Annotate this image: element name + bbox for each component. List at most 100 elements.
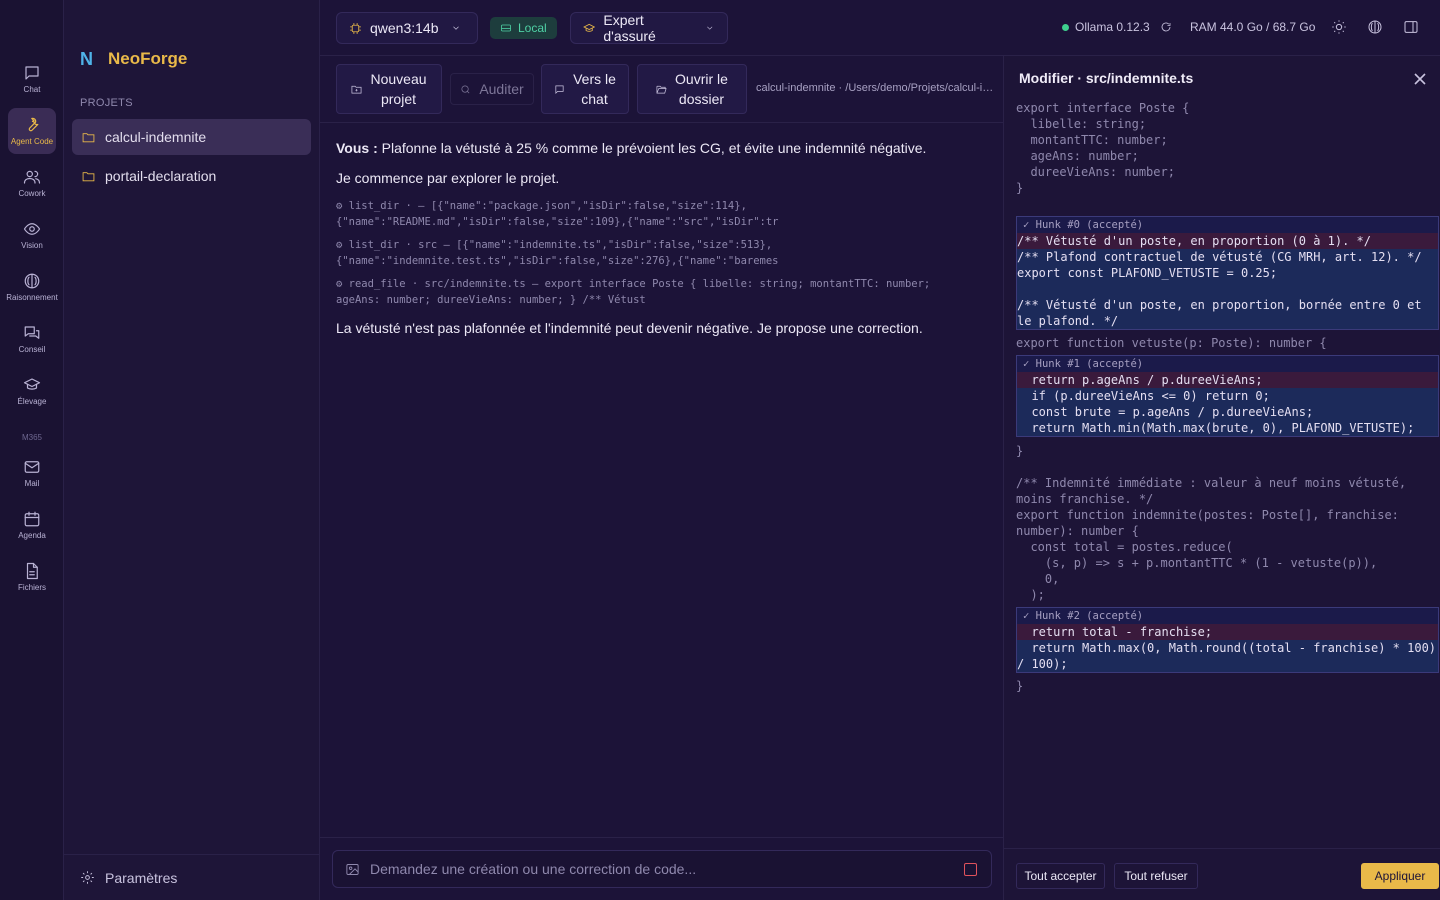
project-item-calcul-indemnite[interactable]: calcul-indemnite bbox=[72, 119, 311, 155]
ram-usage: RAM 44.0 Go / 68.7 Go bbox=[1190, 20, 1315, 34]
hunk-removed-line: return p.ageAns / p.dureeVieAns; bbox=[1017, 372, 1438, 388]
projects-section-label: PROJETS bbox=[80, 97, 133, 109]
app-rail: Chat Agent Code Cowork Vision Raisonneme… bbox=[0, 0, 64, 900]
hunk-header: ✓ Hunk #2 (accepté) bbox=[1023, 610, 1144, 622]
image-attach-icon[interactable] bbox=[345, 862, 360, 877]
to-chat-button[interactable]: Vers le chat bbox=[541, 64, 629, 114]
rail-item-agent-code[interactable]: Agent Code bbox=[8, 108, 56, 154]
stop-button[interactable] bbox=[964, 863, 977, 876]
hunk-2[interactable]: ✓ Hunk #2 (accepté) return total - franc… bbox=[1016, 607, 1439, 673]
refresh-icon[interactable] bbox=[1160, 21, 1172, 33]
ram-usage-text: RAM 44.0 Go / 68.7 Go bbox=[1190, 20, 1316, 34]
hunk-0[interactable]: ✓ Hunk #0 (accepté) /** Vétusté d'un pos… bbox=[1016, 216, 1439, 330]
chat-icon bbox=[555, 84, 564, 94]
language-button[interactable] bbox=[1367, 19, 1385, 37]
chevron-down-icon bbox=[707, 26, 713, 30]
brain-icon bbox=[24, 273, 40, 289]
composer bbox=[332, 850, 992, 888]
file-icon bbox=[26, 562, 38, 580]
new-project-label-l1: Nouveau bbox=[370, 71, 427, 87]
folder-plus-icon bbox=[352, 85, 362, 94]
rail-label: Chat bbox=[23, 85, 41, 94]
rail-item-elevage[interactable]: Élevage bbox=[8, 368, 56, 414]
rail-item-conseil[interactable]: Conseil bbox=[8, 316, 56, 362]
rail-label: Cowork bbox=[18, 189, 46, 198]
to-chat-label-l2: chat bbox=[581, 91, 608, 107]
wrench-icon bbox=[28, 117, 39, 132]
agent-chat-area: Nouveau projet Auditer Vers le chat Ouvrir… bbox=[320, 56, 1004, 900]
graduation-cap-icon bbox=[23, 378, 41, 390]
rail-label: Vision bbox=[21, 241, 43, 250]
accept-all-button[interactable]: Tout accepter bbox=[1016, 863, 1105, 889]
search-icon bbox=[461, 84, 470, 93]
hunk-removed-line: return total - franchise; bbox=[1017, 624, 1438, 640]
rail-item-chat[interactable]: Chat bbox=[8, 56, 56, 102]
assistant-conclusion: La vétusté n'est pas plafonnée et l'inde… bbox=[336, 320, 923, 336]
open-folder-label-l1: Ouvrir le bbox=[675, 71, 728, 87]
project-item-portail-declaration[interactable]: portail-declaration bbox=[72, 158, 311, 194]
audit-button[interactable]: Auditer bbox=[450, 73, 534, 105]
local-badge: Local bbox=[490, 17, 557, 39]
mail-icon bbox=[24, 461, 40, 473]
to-chat-label: Vers le chat bbox=[573, 69, 616, 109]
theme-toggle[interactable] bbox=[1331, 19, 1349, 37]
rail-section-m365: M365 bbox=[21, 433, 42, 442]
chip-icon bbox=[350, 22, 361, 34]
rail-item-agenda[interactable]: Agenda bbox=[8, 502, 56, 548]
rail-item-raisonnement[interactable]: Raisonnement bbox=[6, 264, 58, 310]
hunk-1[interactable]: ✓ Hunk #1 (accepté) return p.ageAns / p.… bbox=[1016, 355, 1439, 437]
settings-button[interactable]: Paramètres bbox=[64, 854, 320, 900]
brand: N NeoForge bbox=[80, 48, 187, 70]
top-bar: qwen3:14b Local Expert d'assuré Ollama 0… bbox=[320, 0, 1440, 56]
persona-selector[interactable]: Expert d'assuré bbox=[570, 12, 728, 44]
chat-icon bbox=[25, 66, 39, 80]
rail-label: Agent Code bbox=[10, 137, 54, 146]
model-selector[interactable]: qwen3:14b bbox=[336, 12, 478, 44]
messages-icon bbox=[24, 326, 40, 339]
rail-label: Agenda bbox=[18, 531, 46, 540]
open-folder-label: Ouvrir le dossier bbox=[675, 69, 728, 109]
project-name: calcul-indemnite bbox=[105, 129, 207, 145]
apply-button[interactable]: Appliquer bbox=[1361, 863, 1439, 889]
rail-item-mail[interactable]: Mail bbox=[8, 450, 56, 496]
to-chat-label-l1: Vers le bbox=[573, 71, 616, 87]
folder-icon bbox=[82, 171, 95, 181]
tool-call-read-file: ⚙ read_file · src/indemnite.ts — export … bbox=[336, 278, 931, 306]
toggle-panel-button[interactable] bbox=[1403, 19, 1421, 37]
close-panel-button[interactable] bbox=[1414, 72, 1426, 85]
projects-sidebar: N NeoForge PROJETS calcul-indemnite port… bbox=[64, 0, 320, 900]
brand-name: NeoForge bbox=[108, 49, 188, 68]
settings-label: Paramètres bbox=[105, 869, 178, 886]
calendar-icon bbox=[24, 511, 40, 527]
tool-call-list-dir-src: ⚙ list_dir · src — [{"name":"indemnite.t… bbox=[336, 239, 779, 267]
rail-label: Mail bbox=[24, 479, 40, 488]
hunk-removed-line: /** Vétusté d'un poste, en proportion (0… bbox=[1017, 233, 1438, 249]
rail-item-fichiers[interactable]: Fichiers bbox=[8, 554, 56, 600]
project-toolbar: Nouveau projet Auditer Vers le chat Ouvrir… bbox=[320, 56, 1004, 123]
new-project-label: Nouveau projet bbox=[370, 69, 426, 109]
status-dot bbox=[1062, 23, 1069, 31]
reject-all-button[interactable]: Tout refuser bbox=[1114, 863, 1198, 889]
open-folder-label-l2: dossier bbox=[678, 91, 725, 107]
rail-item-cowork[interactable]: Cowork bbox=[8, 160, 56, 206]
persona-name: Expert d'assuré bbox=[603, 12, 656, 44]
code-context-vetuste: export function vetuste(p: Poste): numbe… bbox=[1016, 336, 1327, 350]
user-message: Vous : Plafonne la vétusté à 25 % comme … bbox=[336, 138, 986, 158]
rail-item-vision[interactable]: Vision bbox=[8, 212, 56, 258]
assistant-intro: Je commence par explorer le projet. bbox=[336, 170, 560, 186]
code-context-indemnite: } /** Indemnité immédiate : valeur à neu… bbox=[1016, 444, 1407, 602]
hunk-header: ✓ Hunk #1 (accepté) bbox=[1023, 358, 1144, 370]
edit-panel: Modifier · src/indemnite.ts export inter… bbox=[1004, 56, 1440, 900]
open-folder-button[interactable]: Ouvrir le dossier bbox=[637, 64, 747, 114]
folder-open-icon bbox=[656, 85, 667, 94]
user-message-text: Plafonne la vétusté à 25 % comme le prév… bbox=[381, 140, 927, 156]
model-name: qwen3:14b bbox=[370, 20, 439, 36]
drive-icon bbox=[501, 24, 511, 32]
eye-icon bbox=[23, 223, 41, 235]
ollama-version: Ollama 0.12.3 bbox=[1075, 20, 1150, 34]
close-icon bbox=[1414, 73, 1426, 85]
new-project-button[interactable]: Nouveau projet bbox=[336, 64, 442, 114]
globe-icon bbox=[1368, 20, 1382, 34]
composer-input[interactable] bbox=[370, 861, 950, 877]
users-icon bbox=[23, 170, 41, 184]
